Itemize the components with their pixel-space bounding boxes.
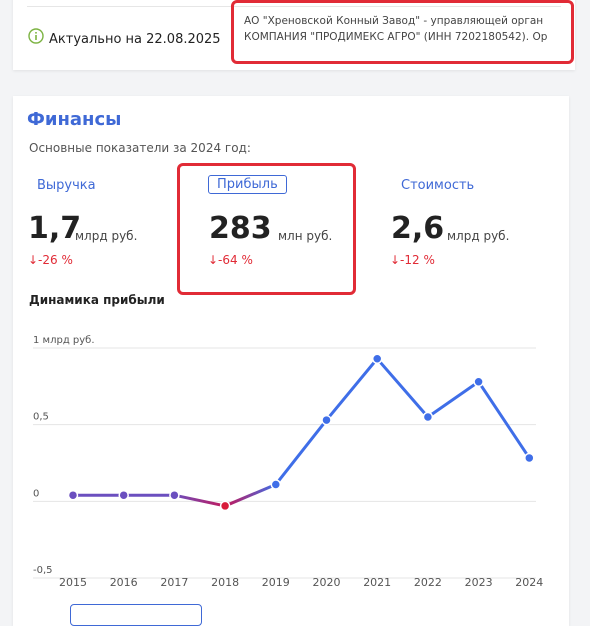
series-line-segment bbox=[375, 357, 430, 419]
chart-title: Динамика прибыли bbox=[29, 293, 165, 307]
y-tick-label: 0 bbox=[33, 488, 39, 499]
x-tick-label: 2020 bbox=[313, 576, 341, 589]
series-line-segment bbox=[325, 357, 379, 422]
company-status-card: Актуально на 22.08.2025 АО "Хреновской К… bbox=[13, 0, 575, 70]
y-tick-label: -0,5 bbox=[33, 565, 53, 576]
data-point[interactable] bbox=[473, 376, 484, 387]
revenue-value: 1,7 bbox=[28, 211, 82, 246]
x-tick-label: 2019 bbox=[262, 576, 290, 589]
data-point[interactable] bbox=[371, 353, 383, 364]
updated-date: Актуально на 22.08.2025 bbox=[49, 32, 221, 47]
finance-title[interactable]: Финансы bbox=[27, 109, 121, 130]
data-point[interactable] bbox=[524, 452, 535, 464]
tab-revenue[interactable]: Выручка bbox=[37, 178, 96, 193]
series-line-segment bbox=[274, 418, 328, 486]
data-point[interactable] bbox=[219, 500, 231, 512]
x-tick-label: 2015 bbox=[59, 576, 87, 589]
value-value: 2,6 bbox=[391, 211, 445, 246]
revenue-change: ↓-26 % bbox=[28, 253, 73, 267]
data-point[interactable] bbox=[321, 414, 332, 426]
manager-line-2: КОМПАНИЯ "ПРОДИМЕКС АГРО" (ИНН 720218054… bbox=[244, 31, 548, 43]
data-point[interactable] bbox=[67, 489, 79, 501]
x-tick-label: 2018 bbox=[211, 576, 239, 589]
series-line-segment bbox=[426, 380, 481, 419]
finance-card: Финансы Основные показатели за 2024 год:… bbox=[13, 96, 569, 626]
profit-highlight bbox=[177, 163, 356, 295]
x-tick-label: 2022 bbox=[414, 576, 442, 589]
value-unit: млрд руб. bbox=[447, 229, 510, 243]
x-tick-label: 2024 bbox=[515, 576, 543, 589]
series-line-segment bbox=[477, 380, 531, 460]
x-tick-label: 2021 bbox=[363, 576, 391, 589]
value-change: ↓-12 % bbox=[390, 253, 435, 267]
info-icon bbox=[28, 28, 44, 44]
data-point[interactable] bbox=[118, 489, 129, 501]
x-tick-label: 2023 bbox=[465, 576, 493, 589]
x-tick-label: 2016 bbox=[110, 576, 138, 589]
data-point[interactable] bbox=[169, 489, 180, 501]
revenue-unit: млрд руб. bbox=[75, 229, 138, 243]
tab-value[interactable]: Стоимость bbox=[401, 178, 474, 193]
data-point[interactable] bbox=[422, 411, 434, 423]
series-line-segment bbox=[172, 493, 227, 508]
chart-legend-button[interactable] bbox=[70, 604, 202, 626]
x-tick-label: 2017 bbox=[160, 576, 188, 589]
y-tick-label: 1 млрд руб. bbox=[33, 335, 95, 346]
finance-subtitle: Основные показатели за 2024 год: bbox=[29, 141, 251, 155]
profit-chart: 1 млрд руб. 0,5 0 -0,5 2015 2016 2017 2018 2019… bbox=[33, 335, 543, 589]
data-point[interactable] bbox=[270, 479, 282, 490]
manager-line-1: АО "Хреновской Конный Завод" - управляющ… bbox=[244, 15, 544, 27]
manager-info-highlight[interactable]: АО "Хреновской Конный Завод" - управляющ… bbox=[231, 0, 574, 64]
y-tick-label: 0,5 bbox=[33, 412, 49, 423]
series-line-segment bbox=[223, 482, 278, 508]
